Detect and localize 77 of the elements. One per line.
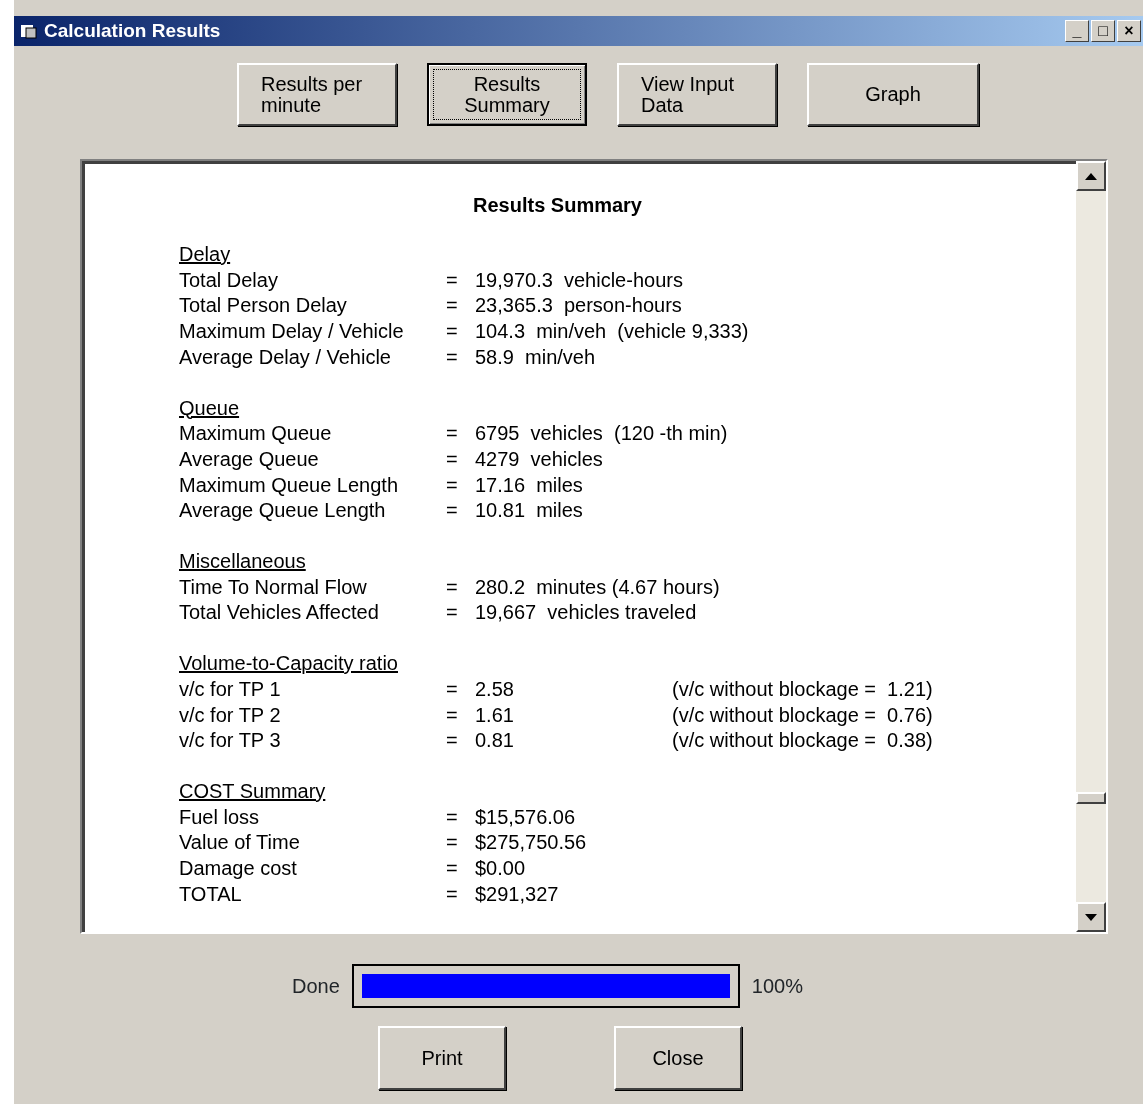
maximize-button[interactable]: □ xyxy=(1091,20,1115,42)
minimize-button[interactable]: _ xyxy=(1065,20,1089,42)
row-value: 0.81 xyxy=(475,728,515,754)
section-heading: Miscellaneous xyxy=(179,549,307,575)
equals-sign: = xyxy=(446,676,459,702)
equals-sign: = xyxy=(446,574,459,600)
equals-sign: = xyxy=(446,728,459,754)
row-value: 4279 vehicles xyxy=(475,446,603,472)
row-label: Maximum Queue Length xyxy=(179,472,399,498)
view-button[interactable]: Graph xyxy=(807,63,979,126)
row-note: (v/c without blockage = 1.21) xyxy=(672,676,933,702)
close-button[interactable]: × xyxy=(1117,20,1141,42)
equals-sign: = xyxy=(446,472,459,498)
scroll-thumb[interactable] xyxy=(1076,792,1106,804)
print-button[interactable]: Print xyxy=(378,1026,506,1090)
down-arrow-icon xyxy=(1085,913,1097,921)
row-value: 19,667 vehicles traveled xyxy=(475,600,697,626)
section-heading: Delay xyxy=(179,242,232,267)
equals-sign: = xyxy=(446,702,459,728)
row-value: 104.3 min/veh (vehicle 9,333) xyxy=(475,319,749,345)
row-value: $291,327 xyxy=(475,881,559,907)
equals-sign: = xyxy=(446,830,459,856)
equals-sign: = xyxy=(446,804,459,830)
progress-label: Done xyxy=(292,974,340,999)
row-value: $275,750.56 xyxy=(475,830,587,856)
equals-sign: = xyxy=(446,319,459,345)
row-label: Time To Normal Flow xyxy=(179,574,368,600)
equals-sign: = xyxy=(446,600,459,626)
equals-sign: = xyxy=(446,344,459,370)
row-note: (v/c without blockage = 0.38) xyxy=(672,728,933,754)
row-label: Average Queue xyxy=(179,446,320,472)
row-label: v/c for TP 2 xyxy=(179,702,282,728)
row-label: v/c for TP 1 xyxy=(179,676,282,702)
row-value: 19,970.3 vehicle-hours xyxy=(475,267,683,293)
section-heading: COST Summary xyxy=(179,778,327,804)
scrollbar[interactable] xyxy=(1076,161,1106,932)
progress-reading: 100% xyxy=(751,974,803,999)
equals-sign: = xyxy=(446,881,459,907)
row-value: 6795 vehicles (120 -th min) xyxy=(475,421,728,447)
view-button[interactable]: Results per minute xyxy=(237,63,397,126)
equals-sign: = xyxy=(446,421,459,447)
row-label: TOTAL xyxy=(179,881,243,907)
row-value: 58.9 min/veh xyxy=(475,344,596,370)
row-label: Maximum Queue xyxy=(179,421,333,447)
app-icon xyxy=(20,23,38,39)
report-title: Results Summary xyxy=(472,193,643,218)
section-heading: Queue xyxy=(179,395,241,421)
row-label: Fuel loss xyxy=(179,804,261,830)
row-value: 23,365.3 person-hours xyxy=(475,293,682,319)
row-value: 10.81 miles xyxy=(475,498,583,524)
up-arrow-icon xyxy=(1085,172,1097,180)
equals-sign: = xyxy=(446,498,459,524)
section-heading: Volume-to-Capacity ratio xyxy=(179,651,399,677)
view-button[interactable]: Results Summary xyxy=(427,63,587,126)
equals-sign: = xyxy=(446,856,459,882)
row-label: Maximum Delay / Vehicle xyxy=(179,319,405,345)
window-title: Calculation Results xyxy=(44,18,221,43)
row-label: Total Vehicles Affected xyxy=(179,600,380,626)
view-button[interactable]: View Input Data xyxy=(617,63,777,126)
row-label: Average Queue Length xyxy=(179,498,387,524)
row-label: Damage cost xyxy=(179,856,298,882)
row-value: 1.61 xyxy=(475,702,515,728)
row-label: v/c for TP 3 xyxy=(179,728,282,754)
row-label: Total Person Delay xyxy=(179,293,348,319)
row-value: 280.2 minutes (4.67 hours) xyxy=(475,574,720,600)
equals-sign: = xyxy=(446,293,459,319)
row-note: (v/c without blockage = 0.76) xyxy=(672,702,933,728)
equals-sign: = xyxy=(446,446,459,472)
row-value: 2.58 xyxy=(475,676,515,702)
row-label: Total Delay xyxy=(179,267,279,293)
close-button[interactable]: Close xyxy=(614,1026,742,1090)
row-label: Average Delay / Vehicle xyxy=(179,344,392,370)
row-value: $0.00 xyxy=(475,856,526,882)
row-value: $15,576.06 xyxy=(475,804,576,830)
equals-sign: = xyxy=(446,267,459,293)
row-value: 17.16 miles xyxy=(475,472,583,498)
row-label: Value of Time xyxy=(179,830,301,856)
